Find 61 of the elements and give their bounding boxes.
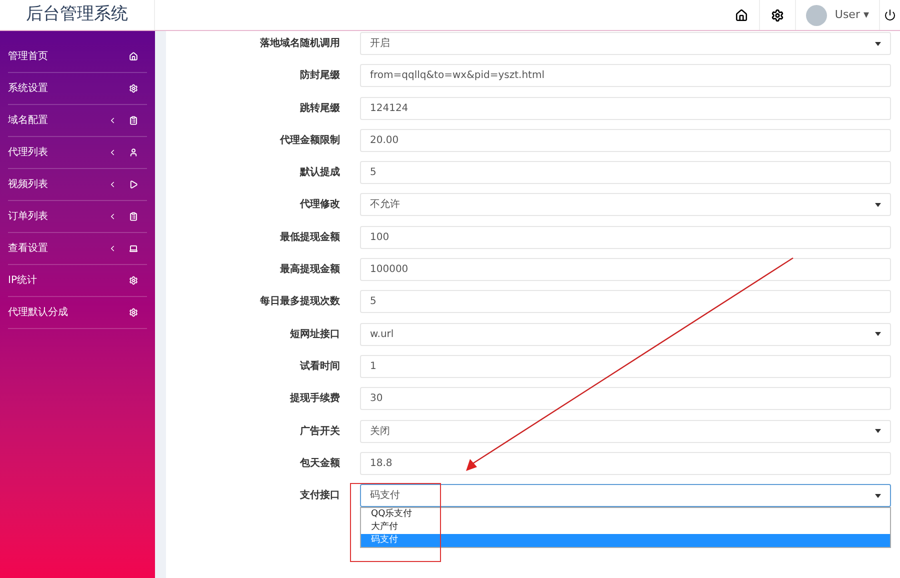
field-label: 跳转尾缀 — [299, 102, 340, 116]
sidebar-item[interactable]: 域名配置 — [8, 105, 147, 137]
field-label: 最低提现金额 — [279, 230, 340, 245]
select-field[interactable]: w.url — [360, 322, 891, 346]
input-field[interactable]: 20.00 — [360, 128, 891, 152]
field-label: 每日最多提现次数 — [259, 294, 340, 310]
power-icon — [884, 9, 896, 21]
input-field[interactable]: 1 — [360, 354, 891, 378]
avatar-icon — [806, 4, 827, 26]
sidebar-item[interactable]: 代理默认分成 — [8, 297, 147, 329]
dropdown-arrow-icon — [875, 494, 881, 498]
sidebar-item[interactable]: 系统设置 — [8, 73, 147, 105]
select-field[interactable]: 关闭 — [360, 420, 891, 443]
field-label: 最高提现金额 — [279, 262, 340, 278]
sidebar-item[interactable]: IP统计 — [8, 265, 147, 297]
field-label: 包天金额 — [298, 456, 340, 471]
person-icon — [129, 148, 138, 157]
sidebar-item[interactable]: 管理首页 — [8, 41, 147, 73]
input-field[interactable]: 100000 — [360, 258, 891, 282]
user-menu[interactable]: User ▾ — [796, 0, 880, 30]
settings-icon — [129, 308, 138, 317]
input-field[interactable]: 5 — [360, 290, 891, 314]
field-label: 短网址接口 — [289, 328, 340, 342]
field-label: 提现手续费 — [288, 392, 340, 406]
clipboard-icon — [129, 116, 138, 125]
input-field[interactable]: 30 — [360, 387, 891, 410]
home-icon — [129, 52, 138, 61]
select-field[interactable]: 开启 — [360, 32, 891, 55]
play-icon — [129, 180, 138, 189]
field-label: 试看时间 — [298, 360, 340, 374]
field-label: 广告开关 — [299, 424, 340, 439]
dropdown-arrow-icon — [875, 332, 881, 336]
settings-icon — [770, 8, 784, 22]
field-label: 支付接口 — [299, 488, 340, 504]
sidebar-item[interactable]: 视频列表 — [8, 169, 147, 201]
input-field[interactable]: 5 — [360, 161, 891, 184]
input-field[interactable]: from=qqllq&to=wx&pid=yszt.html — [360, 64, 891, 88]
sidebar-item[interactable]: 查看设置 — [8, 233, 147, 265]
dropdown-option[interactable]: 大产付 — [361, 521, 890, 534]
settings-icon — [129, 276, 138, 285]
home-icon — [734, 8, 748, 22]
app-title: 后台管理系统 — [0, 0, 155, 30]
dropdown-arrow-icon — [875, 202, 881, 207]
input-field[interactable]: 18.8 — [360, 452, 891, 475]
select-field[interactable]: 码支付 — [360, 484, 891, 508]
sidebar-item[interactable]: 订单列表 — [8, 201, 147, 233]
dropdown-arrow-icon — [875, 429, 881, 434]
dropdown-arrow-icon — [875, 42, 881, 46]
input-field[interactable]: 100 — [360, 226, 891, 249]
clipboard-icon — [129, 212, 138, 221]
input-field[interactable]: 124124 — [360, 96, 891, 120]
dropdown-option[interactable]: QQ乐支付 — [361, 508, 890, 522]
field-label: 代理金额限制 — [278, 133, 340, 148]
field-label: 默认提成 — [298, 166, 340, 180]
sidebar-item[interactable]: 代理列表 — [8, 137, 147, 169]
laptop-icon — [129, 244, 138, 253]
select-field[interactable]: 不允许 — [360, 193, 891, 216]
field-label: 落地域名随机调用 — [259, 36, 340, 51]
field-label: 防封尾缀 — [299, 68, 340, 84]
field-label: 代理修改 — [298, 198, 340, 212]
settings-icon — [129, 84, 138, 93]
